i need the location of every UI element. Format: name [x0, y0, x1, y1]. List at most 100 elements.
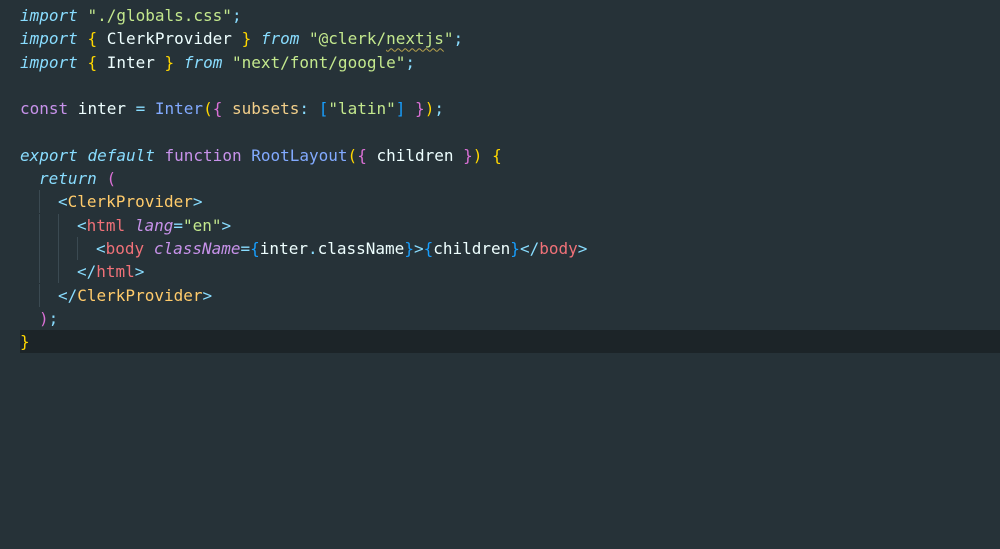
- code-token: ;: [434, 99, 444, 119]
- code-line[interactable]: <ClerkProvider>: [20, 190, 1000, 214]
- line-content: </ClerkProvider>: [58, 284, 212, 307]
- code-token: }: [164, 52, 175, 72]
- code-token: ;: [405, 52, 415, 72]
- code-token: inter: [259, 239, 308, 258]
- code-line[interactable]: </html>: [20, 260, 1000, 284]
- code-token: ClerkProvider: [97, 29, 242, 49]
- line-content: return (: [39, 167, 116, 190]
- code-token: =: [173, 215, 183, 235]
- code-token: {: [212, 99, 223, 119]
- code-token: Inter: [154, 99, 204, 119]
- code-line[interactable]: [20, 121, 1000, 144]
- code-token: (: [347, 145, 358, 165]
- code-token: children: [366, 145, 464, 165]
- code-token: ;: [453, 29, 464, 49]
- code-token: function: [164, 145, 242, 165]
- code-token: {: [357, 145, 367, 165]
- code-token: RootLayout: [251, 145, 348, 165]
- code-token: subsets: [222, 99, 300, 119]
- code-token: {: [87, 52, 98, 72]
- line-content: import { ClerkProvider } from "@clerk/ne…: [20, 27, 463, 50]
- code-token: return: [39, 169, 97, 189]
- indent-guide: [58, 237, 59, 260]
- code-token: ClerkProvider: [67, 192, 193, 212]
- code-line[interactable]: <body className={inter.className}>{child…: [20, 237, 1000, 260]
- code-token: "en": [182, 215, 222, 235]
- code-token: =: [240, 239, 251, 258]
- code-token: .: [307, 239, 318, 258]
- line-content: </html>: [77, 260, 144, 283]
- indent-guide: [58, 213, 59, 237]
- indent-guide: [77, 237, 78, 260]
- code-token: ": [443, 29, 454, 49]
- lint-warning-token: nextjs: [386, 29, 444, 49]
- indent-guide: [39, 190, 40, 214]
- code-token: (: [106, 169, 117, 189]
- code-token: html: [86, 215, 126, 235]
- code-token: children: [433, 239, 511, 258]
- code-token: }: [20, 332, 30, 352]
- code-token: >: [413, 239, 424, 258]
- indent-guide: [39, 213, 40, 237]
- code-line[interactable]: </ClerkProvider>: [20, 283, 1000, 307]
- code-line[interactable]: import { Inter } from "next/font/google"…: [20, 51, 1000, 74]
- code-token: ]: [395, 99, 406, 119]
- line-content: export default function RootLayout({ chi…: [20, 144, 502, 167]
- code-token: >: [221, 215, 232, 235]
- indent-guide: [39, 283, 40, 307]
- code-token: <: [77, 215, 87, 235]
- code-line[interactable]: import "./globals.css";: [20, 4, 1000, 27]
- line-content: import { Inter } from "next/font/google"…: [20, 51, 415, 74]
- code-token: >: [577, 239, 588, 258]
- code-line[interactable]: <html lang="en">: [20, 213, 1000, 237]
- line-content: import "./globals.css";: [20, 4, 242, 27]
- code-token: {: [423, 239, 434, 258]
- code-token: ): [472, 145, 483, 165]
- code-token: }: [510, 239, 520, 258]
- code-line[interactable]: );: [20, 307, 1000, 330]
- code-token: =: [135, 99, 146, 119]
- code-line[interactable]: export default function RootLayout({ chi…: [20, 144, 1000, 167]
- code-token: ): [424, 99, 435, 119]
- code-token: import: [20, 52, 78, 72]
- indent-guide: [39, 260, 40, 284]
- code-token: }: [404, 239, 414, 258]
- code-token: "next/font/google": [231, 52, 406, 72]
- code-token: <: [58, 192, 68, 212]
- indent-guide: [39, 237, 40, 260]
- code-token: >: [192, 192, 203, 212]
- code-token: html: [96, 262, 135, 282]
- code-token: </: [58, 285, 78, 305]
- code-token: </: [77, 262, 97, 282]
- current-line[interactable]: }: [20, 330, 1000, 354]
- code-token: >: [134, 262, 145, 282]
- code-token: }: [241, 29, 252, 49]
- code-line[interactable]: [20, 74, 1000, 97]
- code-token: const: [20, 99, 69, 119]
- code-token: Inter: [97, 52, 165, 72]
- code-line[interactable]: return (: [20, 167, 1000, 190]
- code-token: ClerkProvider: [77, 285, 203, 305]
- code-token: {: [87, 29, 98, 49]
- code-token: [: [318, 99, 329, 119]
- code-token: </: [519, 239, 540, 258]
- line-content: <html lang="en">: [77, 214, 231, 237]
- code-line[interactable]: const inter = Inter({ subsets: ["latin"]…: [20, 97, 1000, 120]
- code-token: <: [96, 239, 106, 258]
- code-token: export: [20, 145, 78, 165]
- code-line[interactable]: [20, 354, 1000, 377]
- code-line[interactable]: import { ClerkProvider } from "@clerk/ne…: [20, 27, 1000, 50]
- code-editor[interactable]: import "./globals.css"; import { ClerkPro…: [0, 0, 1000, 549]
